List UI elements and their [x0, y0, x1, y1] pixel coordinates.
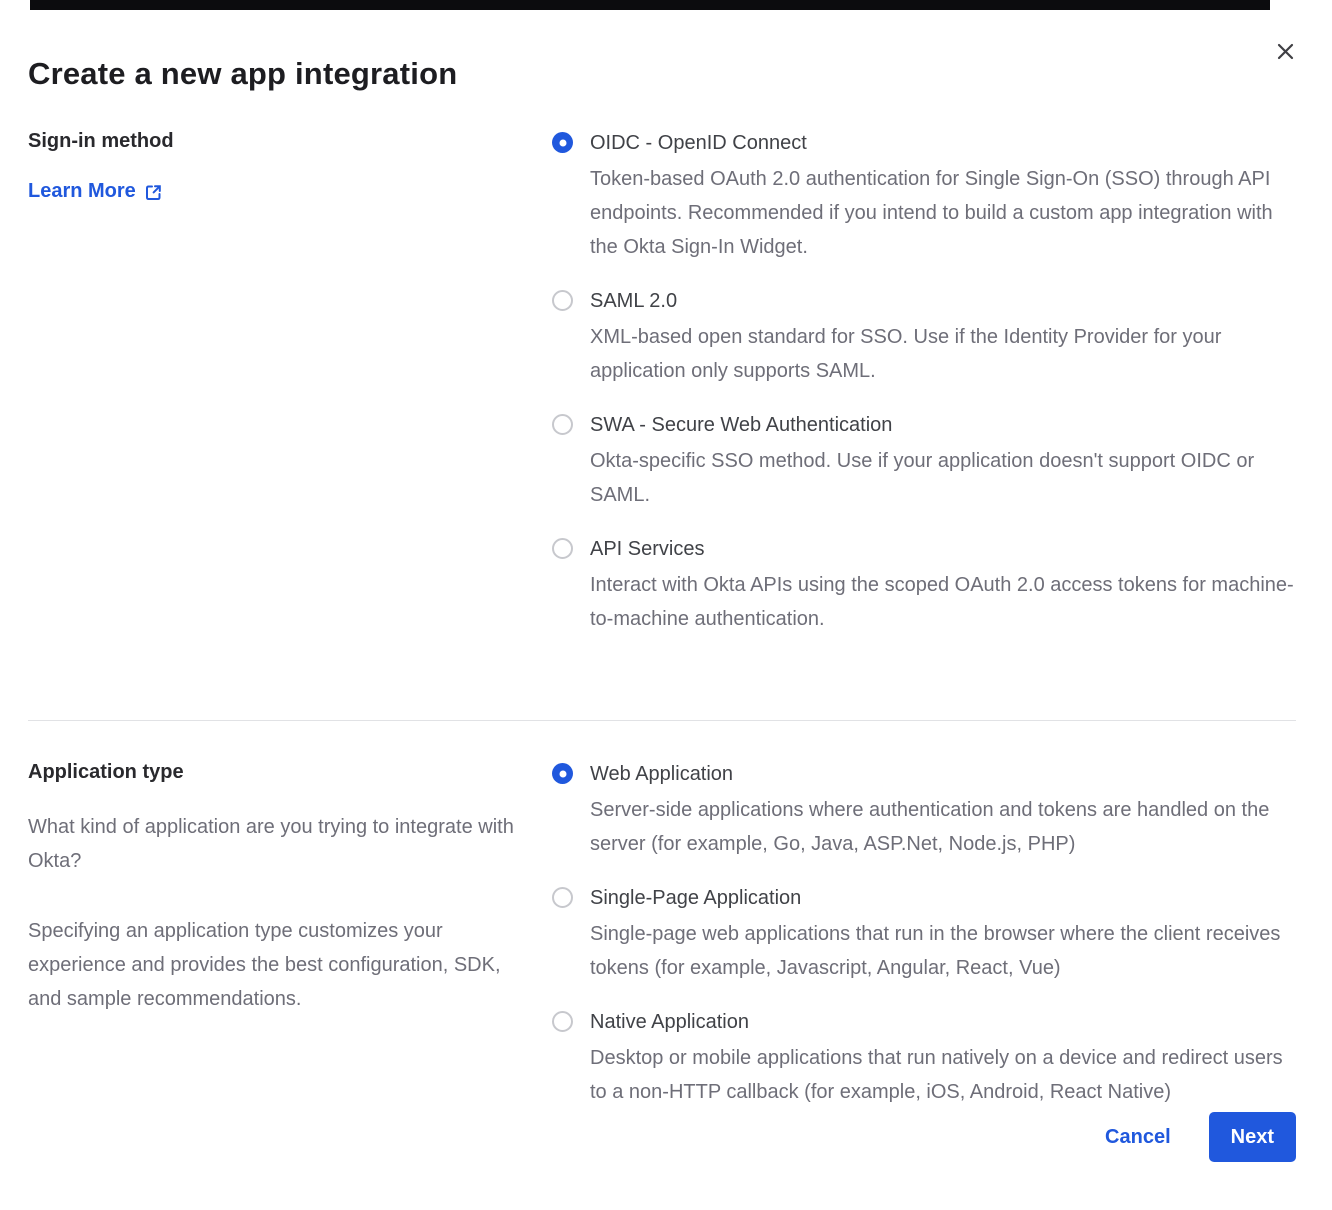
radio-button-single-page-application[interactable]	[552, 887, 573, 908]
radio-button-native-application[interactable]	[552, 1011, 573, 1032]
radio-button-oidc[interactable]	[552, 132, 573, 153]
section-divider	[28, 720, 1296, 721]
option-label-saml: SAML 2.0	[590, 288, 1296, 314]
application-type-label: Application type	[28, 761, 522, 784]
option-description-api-services: Interact with Okta APIs using the scoped…	[590, 568, 1296, 636]
create-app-integration-dialog: Create a new app integration Sign-in met…	[0, 0, 1332, 1210]
option-label-oidc: OIDC - OpenID Connect	[590, 130, 1296, 156]
application-type-section: Application type What kind of applicatio…	[28, 761, 1296, 1133]
sign-in-method-label: Sign-in method	[28, 130, 522, 153]
radio-option-single-page-application[interactable]: Single-Page Application Single-page web …	[552, 885, 1296, 985]
next-button[interactable]: Next	[1209, 1112, 1296, 1162]
option-description-web-application: Server-side applications where authentic…	[590, 793, 1296, 861]
dialog-title: Create a new app integration	[28, 0, 1296, 92]
application-type-question: What kind of application are you trying …	[28, 810, 522, 878]
external-link-icon	[144, 183, 163, 202]
option-label-web-application: Web Application	[590, 761, 1296, 787]
application-type-options-group: Web Application Server-side applications…	[552, 761, 1296, 1133]
option-description-single-page-application: Single-page web applications that run in…	[590, 917, 1296, 985]
sign-in-method-section: Sign-in method Learn More OIDC - OpenID …	[28, 130, 1296, 660]
option-label-swa: SWA - Secure Web Authentication	[590, 412, 1296, 438]
dialog-footer: Cancel Next	[1105, 1112, 1296, 1162]
radio-button-api-services[interactable]	[552, 538, 573, 559]
learn-more-label: Learn More	[28, 180, 136, 203]
close-icon	[1277, 43, 1294, 60]
radio-button-swa[interactable]	[552, 414, 573, 435]
radio-button-saml[interactable]	[552, 290, 573, 311]
radio-option-oidc[interactable]: OIDC - OpenID Connect Token-based OAuth …	[552, 130, 1296, 264]
cancel-button[interactable]: Cancel	[1105, 1126, 1171, 1149]
option-description-native-application: Desktop or mobile applications that run …	[590, 1041, 1296, 1109]
radio-option-api-services[interactable]: API Services Interact with Okta APIs usi…	[552, 536, 1296, 636]
option-description-oidc: Token-based OAuth 2.0 authentication for…	[590, 162, 1296, 264]
application-type-explanation: Specifying an application type customize…	[28, 914, 522, 1016]
option-description-saml: XML-based open standard for SSO. Use if …	[590, 320, 1296, 388]
radio-option-native-application[interactable]: Native Application Desktop or mobile app…	[552, 1009, 1296, 1109]
option-description-swa: Okta-specific SSO method. Use if your ap…	[590, 444, 1296, 512]
sign-in-options-group: OIDC - OpenID Connect Token-based OAuth …	[552, 130, 1296, 660]
option-label-single-page-application: Single-Page Application	[590, 885, 1296, 911]
option-label-api-services: API Services	[590, 536, 1296, 562]
radio-option-saml[interactable]: SAML 2.0 XML-based open standard for SSO…	[552, 288, 1296, 388]
radio-option-swa[interactable]: SWA - Secure Web Authentication Okta-spe…	[552, 412, 1296, 512]
close-button[interactable]	[1274, 40, 1296, 62]
radio-button-web-application[interactable]	[552, 763, 573, 784]
radio-option-web-application[interactable]: Web Application Server-side applications…	[552, 761, 1296, 861]
learn-more-link[interactable]: Learn More	[28, 180, 163, 203]
option-label-native-application: Native Application	[590, 1009, 1296, 1035]
